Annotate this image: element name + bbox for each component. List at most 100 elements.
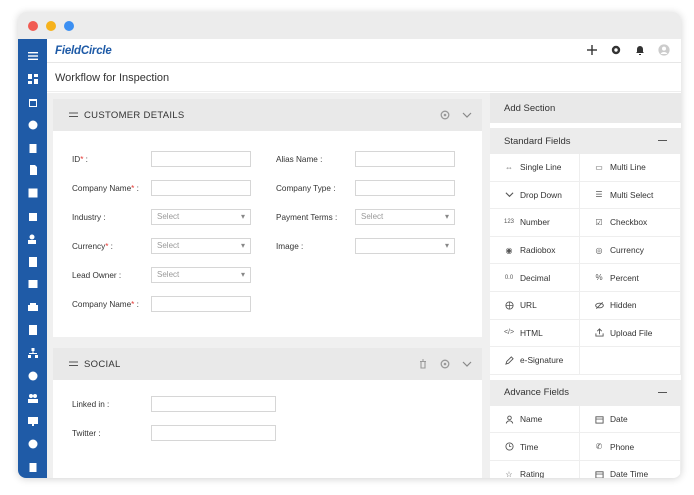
list-doc-icon[interactable]	[18, 319, 47, 342]
close-window-button[interactable]	[28, 20, 38, 31]
field-radiobox[interactable]: ◉ Radiobox	[490, 236, 580, 265]
field-number[interactable]: 123 Number	[490, 209, 580, 237]
field-url[interactable]: URL	[490, 291, 580, 320]
add-section-button[interactable]: Add Section	[490, 93, 681, 123]
clipboard-icon[interactable]	[18, 136, 47, 159]
advance-fields-grid: Name Date Time ✆ Phone ☆ Rating Date Time	[490, 405, 681, 478]
field-decimal[interactable]: 0.0 Decimal	[490, 264, 580, 292]
currency-icon: ◎	[595, 245, 603, 255]
single-line-icon: ⇔	[505, 162, 513, 172]
field-drop-down[interactable]: Drop Down	[490, 181, 580, 210]
radio-icon: ◉	[505, 245, 513, 255]
field-time[interactable]: Time	[490, 433, 580, 461]
industry-label: Industry :	[72, 213, 106, 222]
company-name-label: Company Name* :	[72, 184, 139, 193]
upload-icon	[594, 328, 604, 337]
payment-terms-label: Payment Terms :	[276, 213, 338, 222]
chevron-down-icon[interactable]	[462, 110, 472, 120]
team-icon[interactable]	[18, 387, 47, 410]
globe-icon	[504, 301, 514, 310]
report-icon[interactable]	[18, 250, 47, 273]
section-title: CUSTOMER DETAILS	[84, 109, 185, 121]
document-icon[interactable]	[18, 159, 47, 182]
dashboard-icon[interactable]	[18, 68, 47, 91]
check-square-icon[interactable]	[18, 182, 47, 205]
id-input[interactable]	[151, 151, 251, 167]
main-content: CUSTOMER DETAILS ID* : Alias Name : Comp…	[47, 93, 681, 478]
avatar-icon[interactable]	[657, 43, 671, 57]
company-name-input[interactable]	[151, 180, 251, 196]
decimal-icon: 0.0	[504, 274, 514, 281]
image-label: Image :	[276, 242, 304, 251]
plus-icon[interactable]	[585, 43, 599, 57]
collapse-icon[interactable]	[658, 140, 667, 141]
gear-icon[interactable]	[609, 43, 623, 57]
calendar-icon[interactable]	[18, 91, 47, 114]
phone-icon: ✆	[595, 442, 603, 452]
clock-icon[interactable]	[18, 433, 47, 456]
maximize-window-button[interactable]	[64, 20, 74, 31]
pen-icon	[504, 356, 514, 365]
twitter-input[interactable]	[151, 425, 276, 441]
company-name-2-label: Company Name* :	[72, 300, 139, 309]
empty-cell	[580, 347, 681, 375]
advance-fields-header[interactable]: Advance Fields	[490, 379, 681, 406]
user-settings-icon[interactable]	[18, 227, 47, 250]
lead-owner-select[interactable]: Select	[151, 267, 251, 283]
drag-handle-icon[interactable]	[69, 361, 78, 367]
billing-icon[interactable]	[18, 364, 47, 387]
social-section: SOCIAL Linked in : Twitter :	[53, 348, 482, 478]
field-e-signature[interactable]: e-Signature	[490, 347, 580, 375]
trash-icon[interactable]	[418, 359, 428, 369]
schedule-icon[interactable]	[18, 205, 47, 228]
company-name-2-input[interactable]	[151, 296, 251, 312]
field-rating[interactable]: ☆ Rating	[490, 460, 580, 478]
customer-details-section: CUSTOMER DETAILS ID* : Alias Name : Comp…	[53, 99, 482, 337]
image-select[interactable]	[355, 238, 455, 254]
code-icon: </>	[503, 329, 515, 337]
field-date[interactable]: Date	[580, 405, 681, 434]
alias-name-label: Alias Name :	[276, 155, 323, 164]
invoice-icon[interactable]	[18, 273, 47, 296]
currency-select[interactable]: Select	[151, 238, 251, 254]
sidebar	[18, 39, 47, 478]
field-hidden[interactable]: Hidden	[580, 291, 681, 320]
field-multi-line[interactable]: ▭ Multi Line	[580, 154, 681, 182]
tasks-icon[interactable]	[18, 455, 47, 478]
alias-name-input[interactable]	[355, 151, 455, 167]
linkedin-input[interactable]	[151, 396, 276, 412]
hamburger-menu-icon[interactable]	[18, 45, 47, 68]
eye-off-icon	[594, 301, 604, 310]
standard-fields-header[interactable]: Standard Fields	[490, 128, 681, 154]
drag-handle-icon[interactable]	[69, 112, 78, 118]
field-currency[interactable]: ◎ Currency	[580, 236, 681, 265]
hierarchy-icon[interactable]	[18, 341, 47, 364]
workflow-icon[interactable]	[18, 113, 47, 136]
gear-icon[interactable]	[440, 359, 450, 369]
inventory-icon[interactable]	[18, 296, 47, 319]
field-single-line[interactable]: ⇔ Single Line	[490, 154, 580, 182]
field-upload-file[interactable]: Upload File	[580, 319, 681, 348]
field-palette: Add Section Standard Fields ⇔ Single Line…	[490, 93, 681, 478]
payment-terms-select[interactable]: Select	[355, 209, 455, 225]
company-type-input[interactable]	[355, 180, 455, 196]
industry-select[interactable]: Select	[151, 209, 251, 225]
gear-icon[interactable]	[440, 110, 450, 120]
section-title: SOCIAL	[84, 358, 121, 370]
field-percent[interactable]: % Percent	[580, 264, 681, 292]
window-titlebar	[18, 12, 681, 39]
field-html[interactable]: </> HTML	[490, 319, 580, 348]
field-name[interactable]: Name	[490, 405, 580, 434]
field-multi-select[interactable]: ☰ Multi Select	[580, 181, 681, 210]
company-type-label: Company Type :	[276, 184, 336, 193]
field-date-time[interactable]: Date Time	[580, 460, 681, 478]
number-icon: 123	[504, 219, 515, 226]
chevron-down-icon[interactable]	[462, 359, 472, 369]
minimize-window-button[interactable]	[46, 20, 56, 31]
top-bar: FieldCircle	[47, 39, 681, 63]
field-phone[interactable]: ✆ Phone	[580, 433, 681, 461]
monitor-icon[interactable]	[18, 410, 47, 433]
bell-icon[interactable]	[633, 43, 647, 57]
collapse-icon[interactable]	[658, 391, 667, 393]
field-checkbox[interactable]: ☑ Checkbox	[580, 209, 681, 237]
